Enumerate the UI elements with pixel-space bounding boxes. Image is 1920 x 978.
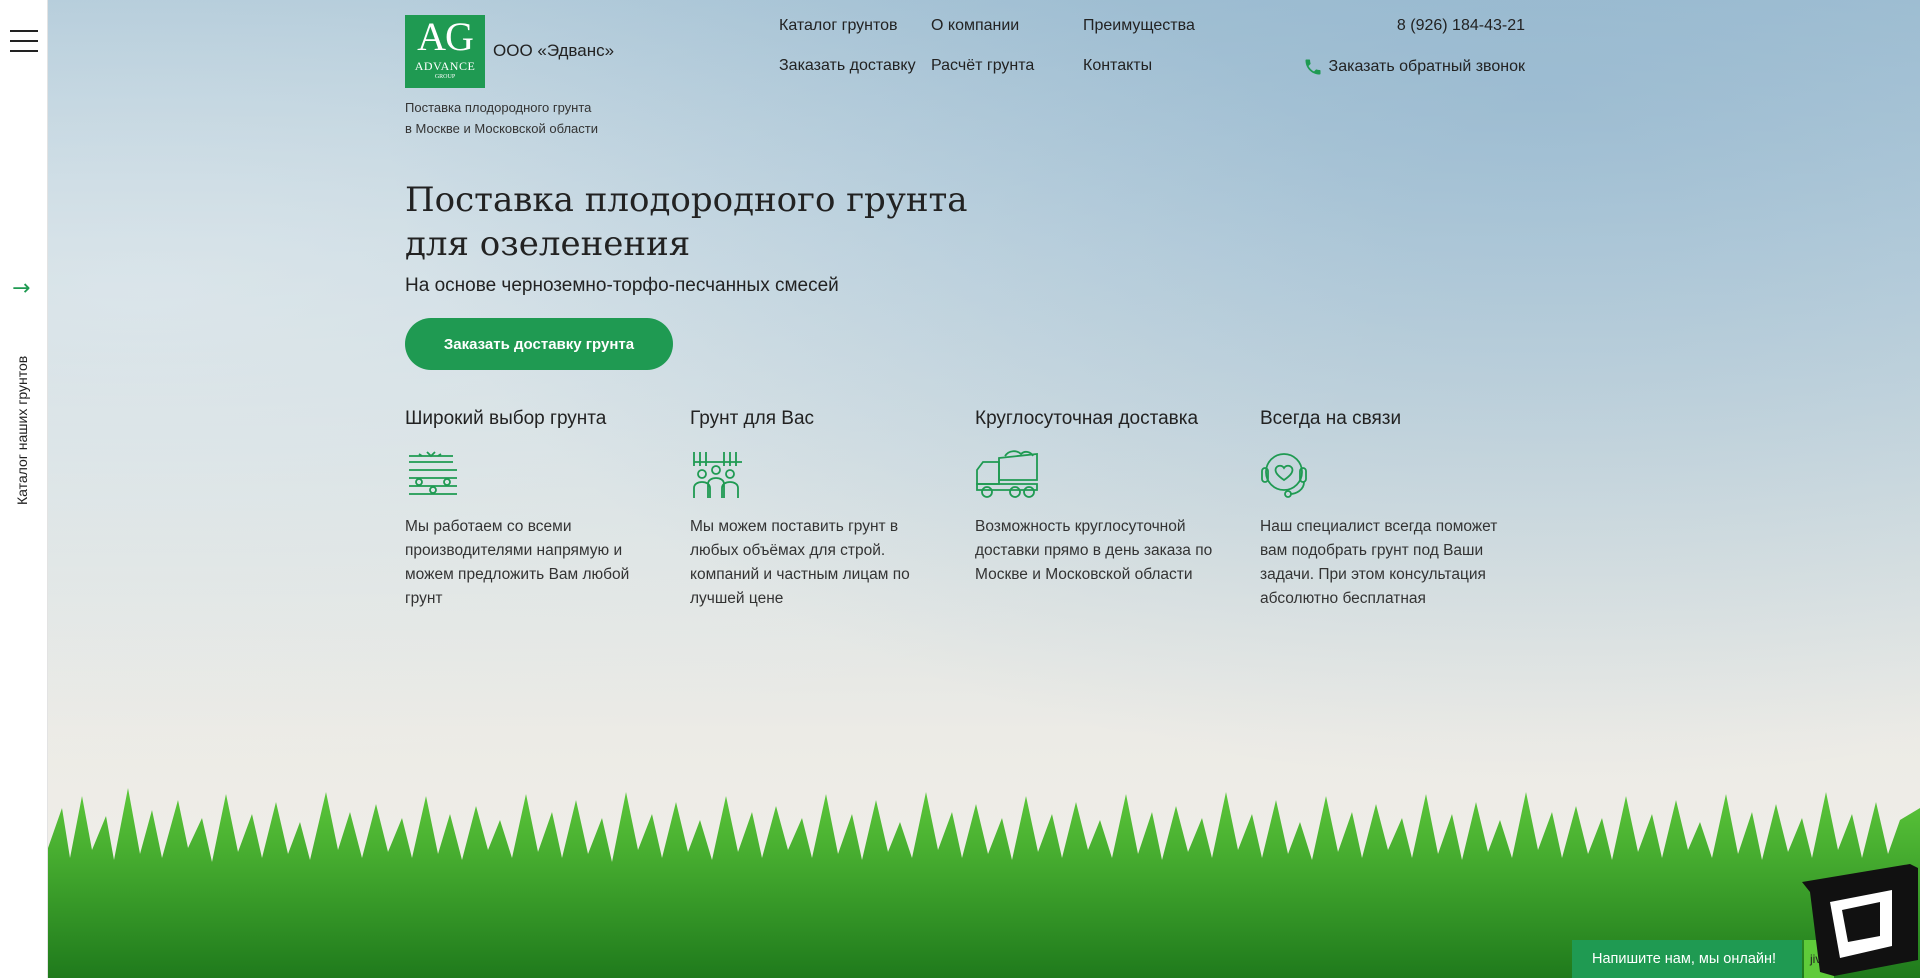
- feature-title: Грунт для Вас: [690, 408, 815, 429]
- callback-link[interactable]: Заказать обратный звонок: [1303, 57, 1525, 77]
- content-container: AG ADVANCE GROUP ООО «Эдванс» Поставка п…: [405, 0, 1525, 978]
- nav-order-delivery[interactable]: Заказать доставку: [779, 57, 916, 75]
- headset-heart-icon: [1261, 453, 1307, 498]
- tagline: Поставка плодородного грунта в Москве и …: [405, 100, 598, 136]
- dump-truck-icon: [976, 450, 1038, 498]
- order-delivery-button[interactable]: Заказать доставку грунта: [405, 318, 673, 370]
- page-title: Поставка плодородного грунта для озелене…: [405, 180, 968, 264]
- feature-24h-delivery: Круглосуточная доставка Возможность круг…: [975, 408, 1225, 587]
- company-name: ООО «Эдванс»: [493, 41, 615, 60]
- nav-about[interactable]: О компании: [931, 17, 1019, 35]
- chat-widget-button[interactable]: Напишите нам, мы онлайн!: [1572, 940, 1802, 978]
- watermark-logo: [1802, 864, 1918, 976]
- nav-catalog[interactable]: Каталог грунтов: [779, 17, 898, 35]
- feature-title: Широкий выбор грунта: [405, 408, 607, 429]
- hero-section: AG ADVANCE GROUP ООО «Эдванс» Поставка п…: [48, 0, 1920, 978]
- feature-text: Мы можем поставить грунт в любых объёмах…: [690, 518, 910, 607]
- soil-layers-icon: [409, 451, 457, 495]
- arrow-right-icon[interactable]: →: [12, 276, 30, 301]
- left-sidebar: → Каталог наших грунтов: [0, 0, 48, 978]
- nav-contacts[interactable]: Контакты: [1083, 57, 1152, 75]
- feature-title: Всегда на связи: [1260, 408, 1402, 429]
- feature-text: Возможность круглосуточной доставки прям…: [975, 518, 1213, 583]
- nav-advantages[interactable]: Преимущества: [1083, 17, 1195, 35]
- people-icon: [693, 452, 742, 498]
- phone-number[interactable]: 8 (926) 184-43-21: [1397, 17, 1525, 35]
- feature-text: Наш специалист всегда поможет вам подобр…: [1260, 518, 1498, 607]
- feature-title: Круглосуточная доставка: [975, 408, 1199, 429]
- hero-subtitle: На основе черноземно-торфо-песчанных сме…: [405, 275, 839, 296]
- feature-wide-selection: Широкий выбор грунта Мы работаем со всем…: [405, 408, 655, 611]
- nav-soil-calculation[interactable]: Расчёт грунта: [931, 57, 1034, 75]
- catalog-vertical-link[interactable]: Каталог наших грунтов: [14, 356, 30, 505]
- feature-always-online: Всегда на связи Наш специалист всегда по…: [1260, 408, 1510, 611]
- feature-for-you: Грунт для Вас Мы можем поставить грунт в…: [690, 408, 940, 611]
- menu-icon[interactable]: [10, 30, 38, 52]
- phone-icon: [1305, 59, 1321, 75]
- company-logo[interactable]: AG ADVANCE GROUP: [405, 15, 485, 88]
- feature-text: Мы работаем со всеми производителями нап…: [405, 518, 630, 607]
